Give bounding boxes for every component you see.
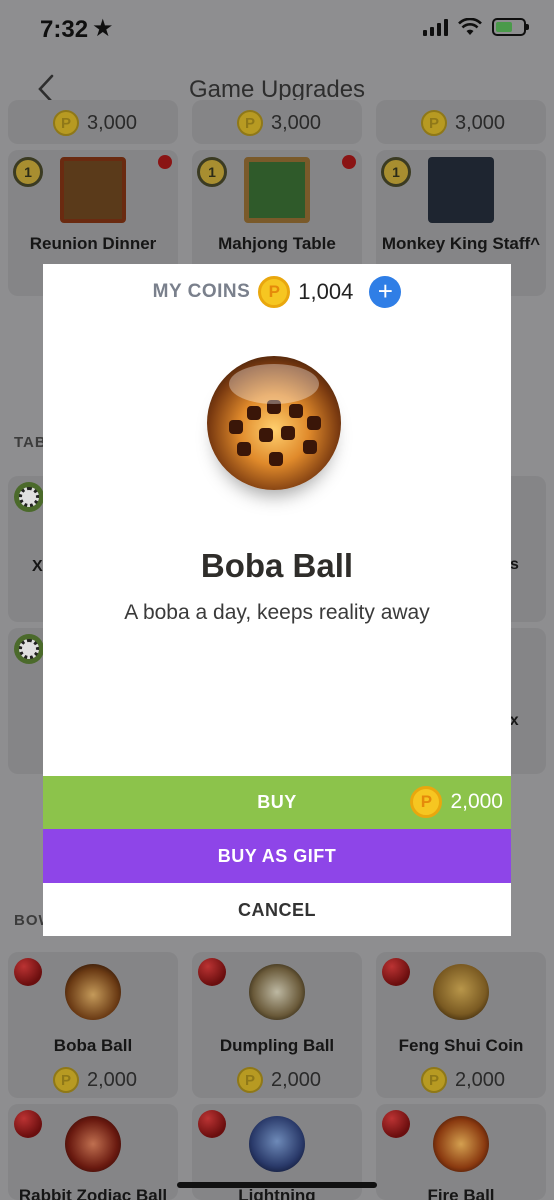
price-value: 2,000 (87, 1068, 138, 1091)
price-row: P 2,000 (421, 1067, 505, 1093)
bowling-card-dumpling-ball[interactable]: Dumpling Ball P 2,000 (192, 952, 362, 1098)
bowling-ball-icon (198, 958, 226, 986)
signal-icon (423, 18, 448, 36)
coin-icon: P (53, 110, 79, 136)
item-name: Feng Shui Coin (398, 1036, 524, 1055)
star-icon: ★ (92, 15, 114, 42)
partial-item-name: X (32, 558, 43, 575)
bowling-card-rabbit-zodiac-ball[interactable]: Rabbit Zodiac Ball (8, 1104, 178, 1200)
fire-ball-thumbnail (433, 1116, 489, 1172)
status-bar: 7:32 ★ (0, 0, 554, 60)
section-label-tables: TAB (14, 434, 47, 451)
coin-icon: P (258, 276, 291, 308)
coin-icon: P (421, 1067, 447, 1093)
upgrade-card-top-1[interactable]: P 3,000 (8, 100, 178, 144)
buy-as-gift-button[interactable]: BUY AS GIFT (43, 829, 511, 883)
item-name: Mahjong Table (218, 234, 336, 253)
level-badge-icon: 1 (13, 157, 43, 187)
purchase-modal: MY COINS P 1,004 + Boba Ball A boba a da… (43, 264, 511, 936)
coin-icon: P (421, 110, 447, 136)
coin-icon: P (237, 1067, 263, 1093)
my-coins-label: MY COINS (152, 281, 251, 302)
buy-price-value: 2,000 (450, 790, 503, 813)
boba-ball-thumbnail (65, 964, 121, 1020)
item-name: Monkey King Staff^ (381, 234, 541, 253)
item-name: Reunion Dinner (29, 234, 157, 253)
price-value: 3,000 (455, 111, 506, 134)
bowling-ball-icon (198, 1110, 226, 1138)
buy-price: P 2,000 (410, 786, 503, 818)
item-name: Lightning (238, 1186, 316, 1200)
feng-shui-coin-thumbnail (433, 964, 489, 1020)
level-badge-icon: 1 (381, 157, 411, 187)
buy-button[interactable]: BUY P 2,000 (43, 776, 511, 829)
price-row: P 2,000 (237, 1067, 321, 1093)
reunion-dinner-thumbnail (60, 157, 126, 223)
price-value: 3,000 (271, 111, 322, 134)
battery-icon (492, 18, 529, 36)
coin-icon: P (410, 786, 443, 818)
price-row: P 2,000 (53, 1067, 137, 1093)
gift-label: BUY AS GIFT (217, 846, 337, 866)
price-row: P 3,000 (237, 110, 321, 136)
mahjong-table-thumbnail (244, 157, 310, 223)
status-icons (423, 18, 529, 36)
price-value: 3,000 (87, 111, 138, 134)
partial-item-name: s (510, 556, 519, 573)
coin-icon: P (53, 1067, 79, 1093)
wifi-icon (458, 18, 482, 35)
level-badge-icon: 1 (197, 157, 227, 187)
bowling-card-fire-ball[interactable]: Fire Ball (376, 1104, 546, 1200)
bowling-ball-icon (14, 1110, 42, 1138)
bowling-ball-icon (382, 1110, 410, 1138)
add-coins-button[interactable]: + (369, 276, 402, 308)
price-value: 2,000 (271, 1068, 322, 1091)
upgrade-card-top-3[interactable]: P 3,000 (376, 100, 546, 144)
my-coins-row: MY COINS P 1,004 + (43, 276, 511, 308)
item-name: Fire Ball (427, 1186, 495, 1200)
cancel-label: CANCEL (238, 900, 316, 920)
lightning-ball-thumbnail (249, 1116, 305, 1172)
coin-icon: P (237, 110, 263, 136)
notification-dot-icon (342, 155, 356, 169)
rabbit-zodiac-ball-thumbnail (65, 1116, 121, 1172)
home-indicator[interactable] (177, 1182, 377, 1188)
soccer-ball-icon (14, 634, 44, 664)
item-description: A boba a day, keeps reality away (124, 601, 430, 624)
price-row: P 3,000 (421, 110, 505, 136)
boba-ball-image (207, 356, 341, 490)
my-coins-value: 1,004 (298, 279, 354, 304)
dumpling-ball-thumbnail (249, 964, 305, 1020)
notification-dot-icon (158, 155, 172, 169)
bowling-ball-icon (14, 958, 42, 986)
cancel-button[interactable]: CANCEL (43, 883, 511, 936)
item-name: Dumpling Ball (219, 1036, 335, 1055)
item-name: Boba Ball (53, 1036, 133, 1055)
bowling-ball-icon (382, 958, 410, 986)
bowling-card-boba-ball[interactable]: Boba Ball P 2,000 (8, 952, 178, 1098)
item-name: Rabbit Zodiac Ball (18, 1186, 168, 1200)
soccer-ball-icon (14, 482, 44, 512)
price-value: 2,000 (455, 1068, 506, 1091)
bowling-card-feng-shui-coin[interactable]: Feng Shui Coin P 2,000 (376, 952, 546, 1098)
upgrade-card-top-2[interactable]: P 3,000 (192, 100, 362, 144)
status-time: 7:32 (40, 16, 89, 43)
item-title: Boba Ball (200, 547, 354, 584)
monkey-king-staff-thumbnail (428, 157, 494, 223)
price-row: P 3,000 (53, 110, 137, 136)
